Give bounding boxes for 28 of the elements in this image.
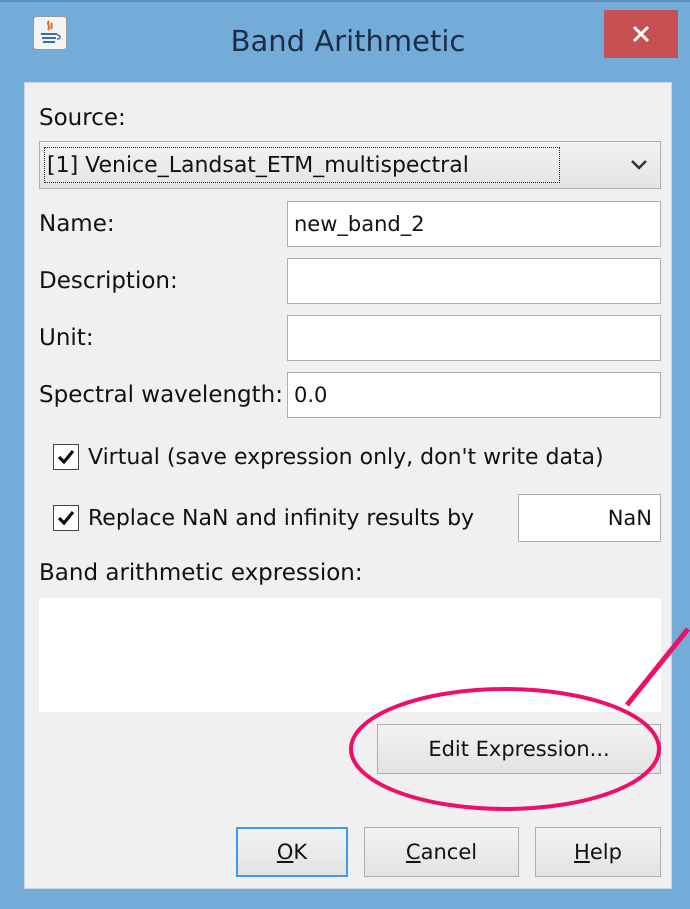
field-label: Name: <box>39 211 116 237</box>
source-dropdown[interactable]: [1] Venice_Landsat_ETM_multispectral <box>39 141 661 189</box>
input-field[interactable] <box>287 315 661 361</box>
field-label: Description: <box>39 268 179 294</box>
edit-expression-button[interactable]: Edit Expression... <box>377 724 661 774</box>
field-label: Spectral wavelength: <box>39 382 283 408</box>
input-field[interactable] <box>287 258 661 304</box>
checkmark-icon <box>56 509 76 527</box>
window-title: Band Arithmetic <box>230 24 466 58</box>
chevron-down-icon <box>630 159 648 171</box>
checkmark-icon <box>56 448 76 466</box>
dialog-button[interactable]: OK <box>236 827 348 877</box>
dropdown-value: [1] Venice_Landsat_ETM_multispectral <box>44 147 560 183</box>
checkbox[interactable] <box>53 505 79 531</box>
field-label: Unit: <box>39 325 95 351</box>
input-field[interactable]: new_band_2 <box>287 201 661 247</box>
expression-label: Band arithmetic expression: <box>39 560 364 586</box>
close-button[interactable] <box>604 10 678 58</box>
source-label: Source: <box>39 105 127 131</box>
dialog-button[interactable]: Help <box>535 827 661 877</box>
checkbox-label: Replace NaN and infinity results by <box>88 506 474 530</box>
close-icon <box>632 25 650 43</box>
dialog-button[interactable]: Cancel <box>364 827 519 877</box>
coffee-cup-icon <box>33 16 67 50</box>
input-field[interactable]: 0.0 <box>287 372 661 418</box>
checkbox[interactable] <box>53 444 79 470</box>
checkbox-label: Virtual (save expression only, don't write data) <box>88 444 604 470</box>
input-field[interactable]: NaN <box>518 494 661 542</box>
